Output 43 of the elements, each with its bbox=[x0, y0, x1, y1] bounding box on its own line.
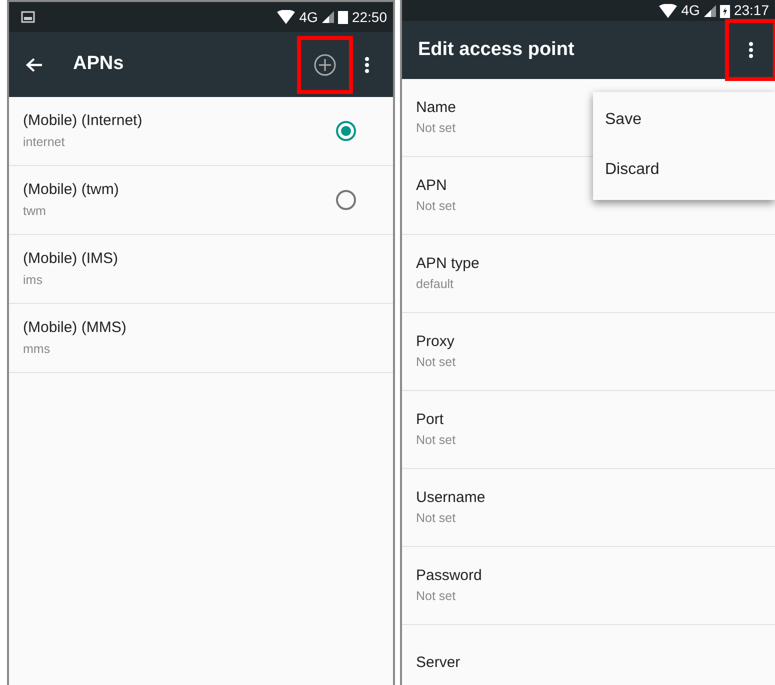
network-type-label: 4G bbox=[299, 8, 318, 26]
toolbar-title: APNs bbox=[73, 52, 124, 76]
radio-button[interactable] bbox=[335, 189, 357, 211]
apn-name: (Mobile) (twm) bbox=[23, 180, 119, 200]
add-button[interactable] bbox=[299, 38, 351, 92]
signal-icon bbox=[322, 11, 334, 23]
field-value: Not set bbox=[416, 510, 457, 528]
apn-name: (Mobile) (IMS) bbox=[23, 249, 118, 270]
toolbar-title: Edit access point bbox=[418, 38, 574, 62]
field-value: Not set bbox=[416, 120, 456, 138]
network-type-label: 4G bbox=[681, 1, 700, 20]
apn-value: twm bbox=[23, 202, 47, 220]
back-button[interactable] bbox=[25, 56, 43, 72]
field-label: Password bbox=[416, 566, 482, 586]
add-circle-icon bbox=[314, 54, 336, 76]
field-label: Username bbox=[416, 488, 486, 508]
field-label: APN bbox=[416, 176, 448, 196]
field-value: Not set bbox=[416, 588, 457, 606]
more-options-icon bbox=[749, 42, 753, 58]
field-value: Not set bbox=[416, 354, 456, 372]
field-value: default bbox=[416, 276, 455, 294]
signal-icon bbox=[704, 4, 716, 16]
field-value: Not set bbox=[416, 198, 456, 216]
field-label: Server bbox=[416, 653, 460, 674]
clock-time: 22:50 bbox=[352, 8, 387, 26]
field-value: Not set bbox=[416, 432, 456, 450]
menu-item[interactable]: Save bbox=[593, 96, 775, 146]
apn-name: (Mobile) (MMS) bbox=[23, 318, 126, 338]
field-label: Port bbox=[416, 410, 445, 430]
clock-time: 23:17 bbox=[734, 1, 769, 20]
wifi-icon bbox=[659, 4, 678, 18]
wifi-icon bbox=[277, 10, 296, 24]
field-label: Name bbox=[416, 98, 456, 118]
field-label: Proxy bbox=[416, 332, 456, 352]
apn-value: mms bbox=[23, 340, 52, 358]
radio-button[interactable] bbox=[335, 120, 357, 142]
menu-item[interactable]: Discard bbox=[593, 146, 775, 196]
apn-value: internet bbox=[23, 134, 66, 151]
apn-name: (Mobile) (Internet) bbox=[23, 111, 142, 132]
back-arrow-icon bbox=[25, 56, 43, 72]
more-options-icon bbox=[365, 56, 369, 72]
apn-value: ims bbox=[23, 272, 44, 289]
field-label: APN type bbox=[416, 254, 480, 274]
